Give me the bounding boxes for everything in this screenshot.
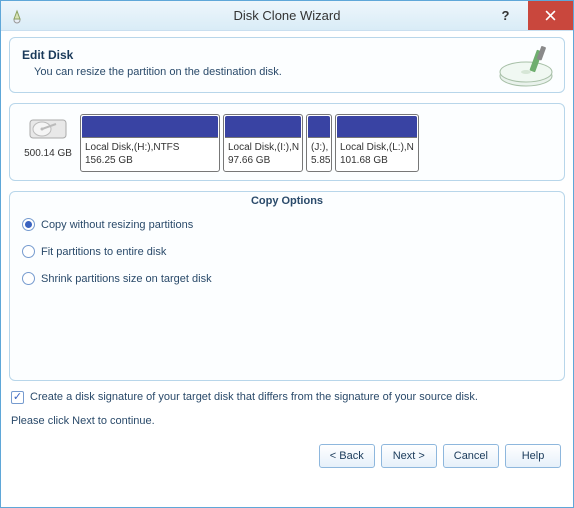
partition-bar bbox=[225, 116, 301, 138]
help-button[interactable]: Help bbox=[505, 444, 561, 468]
copy-option-1[interactable]: Fit partitions to entire disk bbox=[22, 245, 554, 258]
window-help-button[interactable]: ? bbox=[483, 1, 528, 30]
disk-capacity: 500.14 GB bbox=[18, 148, 78, 159]
partition-1[interactable]: Local Disk,(I:),N97.66 GB bbox=[223, 114, 303, 172]
partition-3[interactable]: Local Disk,(L:),N101.68 GB bbox=[335, 114, 419, 172]
copy-option-label: Copy without resizing partitions bbox=[41, 219, 193, 231]
button-bar: < Back Next > Cancel Help bbox=[9, 444, 565, 468]
partition-label: Local Disk,(H:),NTFS156.25 GB bbox=[81, 139, 219, 171]
signature-checkbox[interactable]: ✓ bbox=[11, 391, 24, 404]
radio-icon[interactable] bbox=[22, 218, 35, 231]
back-button[interactable]: < Back bbox=[319, 444, 375, 468]
partition-label: (J:),5.85 bbox=[307, 139, 331, 171]
signature-checkbox-label: Create a disk signature of your target d… bbox=[30, 389, 478, 407]
partition-label: Local Disk,(I:),N97.66 GB bbox=[224, 139, 302, 171]
window-close-button[interactable] bbox=[528, 1, 573, 30]
radio-icon[interactable] bbox=[22, 245, 35, 258]
app-icon bbox=[9, 8, 25, 24]
copy-options-panel: Copy Options Copy without resizing parti… bbox=[9, 191, 565, 381]
partition-bar bbox=[82, 116, 218, 138]
signature-checkbox-row[interactable]: ✓ Create a disk signature of your target… bbox=[11, 389, 563, 407]
copy-options-legend: Copy Options bbox=[10, 191, 564, 207]
copy-option-label: Fit partitions to entire disk bbox=[41, 246, 166, 258]
header-subtitle: You can resize the partition on the dest… bbox=[34, 66, 282, 78]
partition-2[interactable]: (J:),5.85 bbox=[306, 114, 332, 172]
disk-layout-panel: 500.14 GB Local Disk,(H:),NTFS156.25 GBL… bbox=[9, 103, 565, 181]
partition-bar bbox=[337, 116, 417, 138]
radio-icon[interactable] bbox=[22, 272, 35, 285]
copy-option-label: Shrink partitions size on target disk bbox=[41, 273, 212, 285]
wizard-header: Edit Disk You can resize the partition o… bbox=[9, 37, 565, 93]
partition-label: Local Disk,(L:),N101.68 GB bbox=[336, 139, 418, 171]
hard-disk-icon bbox=[28, 133, 68, 145]
header-title: Edit Disk bbox=[22, 48, 282, 62]
cancel-button[interactable]: Cancel bbox=[443, 444, 499, 468]
disk-art-icon bbox=[498, 44, 554, 93]
wizard-footer: ✓ Create a disk signature of your target… bbox=[9, 389, 565, 430]
copy-option-0[interactable]: Copy without resizing partitions bbox=[22, 218, 554, 231]
partition-bar bbox=[308, 116, 330, 138]
copy-option-2[interactable]: Shrink partitions size on target disk bbox=[22, 272, 554, 285]
next-button[interactable]: Next > bbox=[381, 444, 437, 468]
continue-hint: Please click Next to continue. bbox=[11, 413, 563, 431]
titlebar: Disk Clone Wizard ? bbox=[1, 1, 573, 31]
partition-0[interactable]: Local Disk,(H:),NTFS156.25 GB bbox=[80, 114, 220, 172]
